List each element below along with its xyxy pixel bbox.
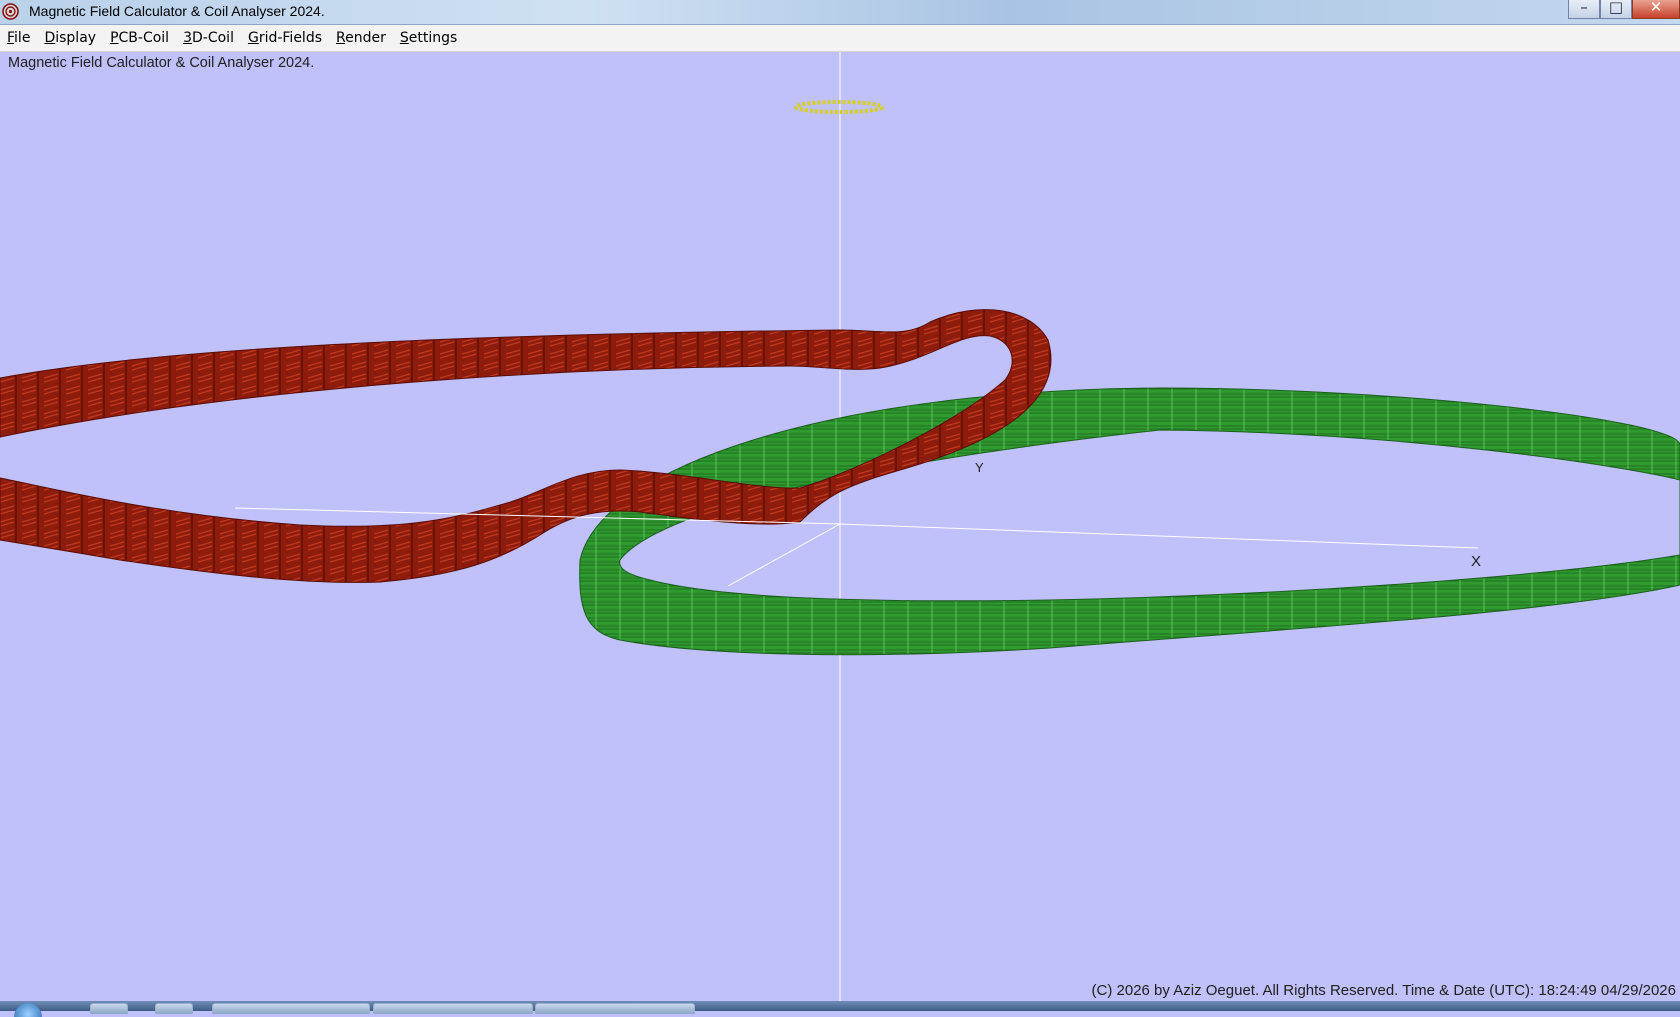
menu-3d-coil[interactable]: 3D-Coil [176,25,241,51]
menu-display-accel: D [44,30,56,46]
y-axis-line [727,523,841,587]
title-bar: Magnetic Field Calculator & Coil Analyse… [0,0,1680,25]
y-axis-label: Y [975,460,984,475]
app-logo-icon[interactable] [2,3,19,20]
menu-file-accel: F [7,30,15,46]
coil-scene[interactable]: X Y [0,52,1680,1001]
start-orb-icon[interactable] [14,1003,42,1017]
menu-pcb-coil[interactable]: PCB-Coil [103,25,176,51]
menu-settings-label: ettings [408,30,458,46]
small-coil[interactable] [794,100,884,114]
menu-bar: File Display PCB-Coil 3D-Coil Grid-Field… [0,25,1680,52]
maximize-icon: □ [1608,0,1624,16]
os-taskbar [0,1001,1680,1017]
window-controls: – □ ✕ [1568,0,1680,20]
menu-render-label: ender [345,30,386,46]
close-button[interactable]: ✕ [1632,0,1680,19]
menu-grid-fields[interactable]: Grid-Fields [241,25,329,51]
menu-file[interactable]: File [0,25,37,51]
menu-display[interactable]: Display [37,25,103,51]
menu-grid-fields-accel: G [247,30,259,46]
menu-file-label: ile [14,30,31,46]
menu-settings-accel: S [399,30,409,46]
menu-render[interactable]: Render [329,25,393,51]
minimize-icon: – [1580,0,1588,16]
menu-pcb-coil-label: CB-Coil [118,30,170,46]
viewport-caption: Magnetic Field Calculator & Coil Analyse… [8,55,315,71]
menu-render-accel: R [336,30,346,46]
menu-pcb-coil-accel: P [110,30,119,46]
x-axis-line [839,523,1479,549]
taskbar-button-5[interactable] [535,1003,695,1014]
menu-3d-coil-label: D-Coil [192,30,234,46]
taskbar-button-1[interactable] [90,1003,128,1014]
menu-grid-fields-label: rid-Fields [258,30,323,46]
menu-display-label: isplay [55,30,97,46]
x-axis-label: X [1471,553,1481,570]
taskbar-button-4[interactable] [373,1003,533,1014]
window-title: Magnetic Field Calculator & Coil Analyse… [29,3,325,19]
copyright-status-text: (C) 2026 by Aziz Oeguet. All Rights Rese… [1091,982,1676,999]
close-icon: ✕ [1649,0,1663,16]
maximize-button[interactable]: □ [1600,0,1632,19]
taskbar-button-2[interactable] [155,1003,193,1014]
menu-3d-coil-accel: 3 [183,30,192,46]
minimize-button[interactable]: – [1568,0,1600,19]
taskbar-button-3[interactable] [212,1003,370,1014]
menu-settings[interactable]: Settings [393,25,464,51]
